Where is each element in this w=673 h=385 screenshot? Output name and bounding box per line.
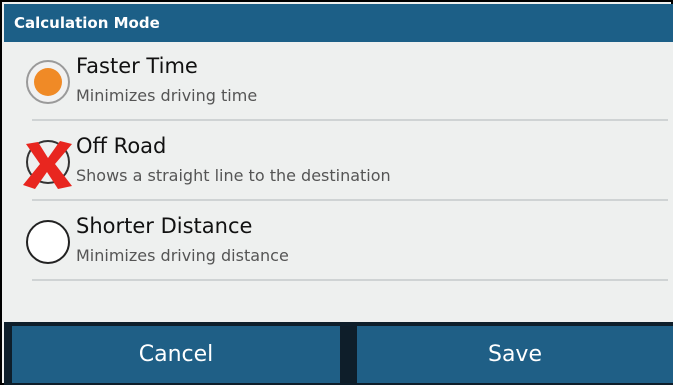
option-faster-time[interactable]: Faster Time Minimizes driving time [4,42,673,122]
red-x-icon [23,141,72,189]
radio-selected-icon[interactable] [26,60,70,104]
divider [32,119,668,121]
option-shorter-distance[interactable]: Shorter Distance Minimizes driving dista… [4,202,673,282]
radio-dot [34,68,62,96]
option-list: Faster Time Minimizes driving time Off R… [4,42,673,322]
dialog-footer: Cancel Save [4,322,673,385]
divider [32,279,668,281]
save-button[interactable]: Save [357,326,673,383]
option-description: Minimizes driving time [76,86,258,105]
option-title: Off Road [76,134,167,158]
calculation-mode-dialog: Calculation Mode Faster Time Minimizes d… [0,0,673,385]
cancel-button[interactable]: Cancel [12,326,340,383]
option-title: Faster Time [76,54,198,78]
option-description: Shows a straight line to the destination [76,166,391,185]
option-title: Shorter Distance [76,214,253,238]
radio-icon[interactable] [26,220,70,264]
divider [32,199,668,201]
option-description: Minimizes driving distance [76,246,289,265]
option-off-road[interactable]: Off Road Shows a straight line to the de… [4,122,673,202]
dialog-title: Calculation Mode [4,4,673,42]
